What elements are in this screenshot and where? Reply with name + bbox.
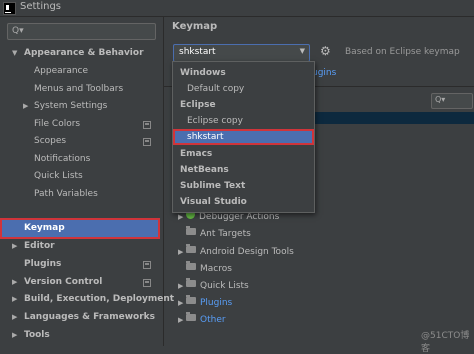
page-title: Keymap xyxy=(172,21,218,32)
sidebar-item-path-variables[interactable]: Path Variables xyxy=(34,186,98,203)
sidebar-item-build-execution-deployment[interactable]: Build, Execution, Deployment xyxy=(24,291,174,308)
action-search-input[interactable]: Q▾ xyxy=(431,93,473,109)
sidebar-item-file-colors[interactable]: File Colors xyxy=(34,116,159,133)
tree-item-plugins[interactable]: ▶ Plugins xyxy=(178,295,232,312)
collapse-arrow-icon[interactable]: ▶ xyxy=(12,327,17,344)
intellij-logo-icon xyxy=(3,2,16,15)
search-icon: Q▾ xyxy=(435,95,446,104)
project-level-icon xyxy=(143,121,151,129)
keymap-option-eclipse[interactable]: Eclipse xyxy=(173,97,314,113)
keymap-option-default-copy[interactable]: Default copy xyxy=(173,81,314,97)
settings-sidebar: Q▾ ▼ Appearance & Behavior Appearance Me… xyxy=(0,17,174,346)
expand-arrow-icon: ▶ xyxy=(178,316,184,324)
sidebar-item-appearance[interactable]: Appearance xyxy=(34,63,88,80)
keymap-option-shkstart[interactable]: shkstart xyxy=(173,129,314,145)
project-level-icon xyxy=(143,261,151,269)
folder-icon xyxy=(186,295,196,304)
expand-arrow-icon[interactable]: ▼ xyxy=(12,45,17,62)
search-icon: Q▾ xyxy=(12,26,24,36)
collapse-arrow-icon[interactable]: ▶ xyxy=(12,238,17,255)
keymap-select-value: shkstart xyxy=(179,47,216,57)
keymap-option-visual-studio[interactable]: Visual Studio xyxy=(173,194,314,210)
folder-icon xyxy=(186,261,196,270)
keymap-option-windows[interactable]: Windows xyxy=(173,65,314,81)
folder-icon xyxy=(186,244,196,253)
project-level-icon xyxy=(143,279,151,287)
folder-icon xyxy=(186,278,196,287)
expand-arrow-icon: ▶ xyxy=(178,299,184,307)
keymap-dropdown-list: Windows Default copy Eclipse Eclipse cop… xyxy=(172,61,315,213)
tree-item-quick-lists[interactable]: ▶ Quick Lists xyxy=(178,278,249,295)
gear-icon[interactable]: ⚙ xyxy=(320,44,331,58)
collapse-arrow-icon[interactable]: ▶ xyxy=(12,309,17,326)
chevron-down-icon: ▼ xyxy=(299,47,305,55)
keymap-option-netbeans[interactable]: NetBeans xyxy=(173,162,314,178)
sidebar-item-plugins[interactable]: Plugins xyxy=(24,256,159,273)
tree-item-ant-targets[interactable]: Ant Targets xyxy=(178,226,251,243)
keymap-select[interactable]: shkstart ▼ xyxy=(173,44,310,62)
plugins-link[interactable]: ugins xyxy=(312,68,336,78)
watermark: @51CTO博客 xyxy=(421,331,470,354)
sidebar-item-notifications[interactable]: Notifications xyxy=(34,151,90,168)
folder-icon xyxy=(186,312,196,321)
keymap-option-emacs[interactable]: Emacs xyxy=(173,146,314,162)
settings-search-input[interactable]: Q▾ xyxy=(7,23,156,40)
tree-item-android-design-tools[interactable]: ▶ Android Design Tools xyxy=(178,244,294,261)
sidebar-item-tools[interactable]: Tools xyxy=(24,327,50,344)
tree-item-macros[interactable]: Macros xyxy=(178,261,232,278)
project-level-icon xyxy=(143,138,151,146)
collapse-arrow-icon[interactable]: ▶ xyxy=(12,291,17,308)
sidebar-item-languages-frameworks[interactable]: Languages & Frameworks xyxy=(24,309,155,326)
tree-item-other[interactable]: ▶ Other xyxy=(178,312,226,329)
expand-arrow-icon: ▶ xyxy=(178,248,184,256)
collapse-arrow-icon[interactable]: ▶ xyxy=(12,274,17,291)
sidebar-item-version-control[interactable]: Version Control xyxy=(24,274,159,291)
folder-icon xyxy=(186,226,196,235)
based-on-label: Based on Eclipse keymap xyxy=(345,47,460,57)
sidebar-item-keymap[interactable]: Keymap xyxy=(24,220,65,237)
sidebar-item-scopes[interactable]: Scopes xyxy=(34,133,159,150)
collapse-arrow-icon[interactable]: ▶ xyxy=(23,98,28,115)
sidebar-item-quick-lists[interactable]: Quick Lists xyxy=(34,168,83,185)
sidebar-item-menus-toolbars[interactable]: Menus and Toolbars xyxy=(34,81,123,98)
keymap-option-sublime-text[interactable]: Sublime Text xyxy=(173,178,314,194)
sidebar-item-appearance-behavior[interactable]: Appearance & Behavior xyxy=(24,45,144,62)
keymap-option-eclipse-copy[interactable]: Eclipse copy xyxy=(173,113,314,129)
sidebar-item-system-settings[interactable]: System Settings xyxy=(34,98,107,115)
sidebar-item-editor[interactable]: Editor xyxy=(24,238,55,255)
tree-selection-band xyxy=(314,112,474,124)
window-title: Settings xyxy=(20,1,62,12)
title-bar: Settings xyxy=(0,0,474,17)
expand-arrow-icon: ▶ xyxy=(178,282,184,290)
